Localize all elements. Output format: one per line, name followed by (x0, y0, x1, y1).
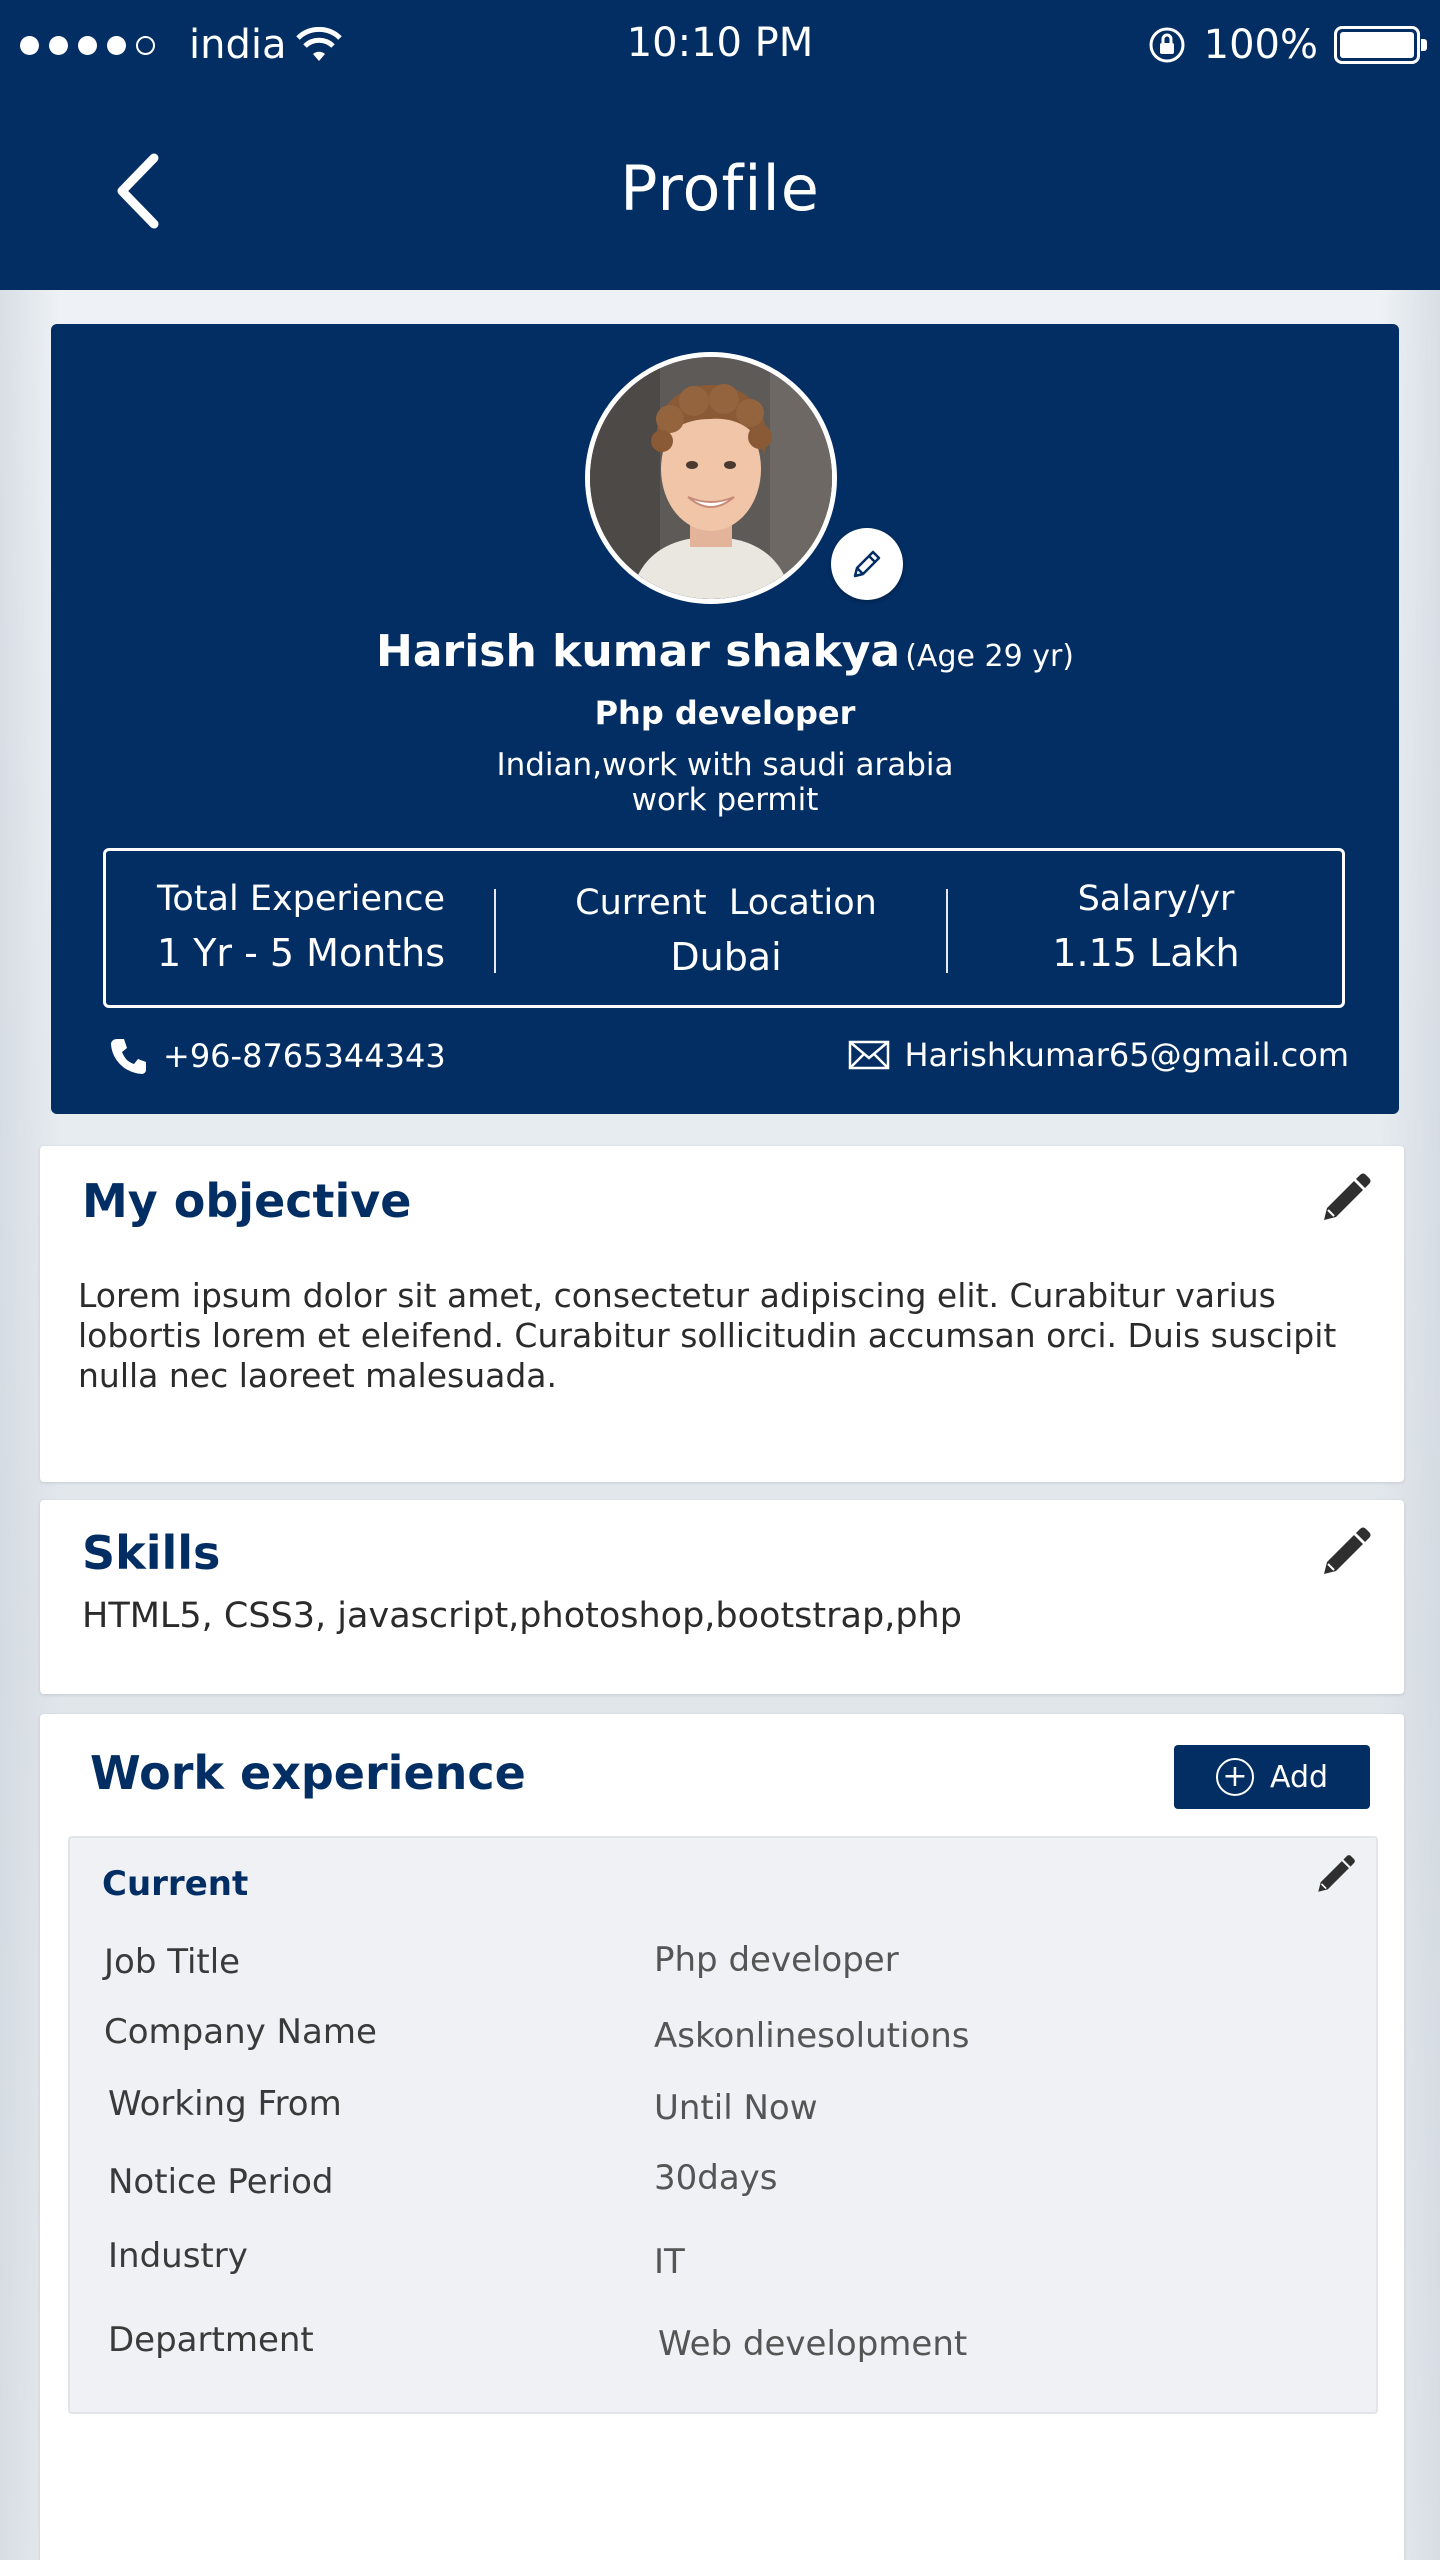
detail-label: Industry (108, 2236, 248, 2276)
stat-label: Salary/yr (1077, 879, 1235, 919)
edit-objective-button[interactable] (1316, 1172, 1372, 1228)
rotation-lock-icon (1149, 27, 1185, 63)
edit-current-job-button[interactable] (1312, 1854, 1356, 1898)
detail-label: Department (108, 2320, 314, 2360)
profile-card: Harish kumar shakya (Age 29 yr) Php deve… (51, 324, 1399, 1114)
battery-icon (1334, 26, 1427, 64)
current-job-box: Current Job Title Php developer Company … (68, 1836, 1378, 2414)
page-title: Profile (620, 152, 820, 225)
edit-photo-button[interactable] (831, 528, 903, 600)
stat-value: Dubai (670, 935, 782, 979)
detail-value: Php developer (654, 1940, 899, 1980)
detail-label: Notice Period (108, 2162, 334, 2202)
detail-label: Working From (108, 2084, 342, 2124)
stat-label: Total Experience (156, 879, 446, 919)
detail-value: 30days (654, 2158, 778, 2198)
edit-skills-button[interactable] (1316, 1526, 1372, 1582)
stat-value: 1.15 Lakh (1052, 931, 1240, 975)
detail-value: Until Now (654, 2088, 818, 2128)
battery-percent: 100% (1203, 22, 1318, 68)
work-permit: Indian,work with saudi arabia work permi… (51, 748, 1399, 818)
plus-icon: + (1215, 1758, 1254, 1796)
profile-name-line: Harish kumar shakya (Age 29 yr) (51, 626, 1399, 677)
work-title: Work experience (90, 1746, 526, 1800)
pencil-icon (1324, 1173, 1371, 1220)
detail-label: Company Name (104, 2012, 377, 2052)
profile-name: Harish kumar shakya (376, 626, 901, 677)
stat-label: Current Location (575, 883, 877, 923)
app-header: Profile (0, 96, 1440, 290)
stat-salary: Salary/yr 1.15 Lakh (986, 879, 1326, 975)
stat-value: 1 Yr - 5 Months (156, 931, 446, 975)
email-link[interactable]: Harishkumar65@gmail.com (848, 1036, 1349, 1074)
detail-label: Job Title (104, 1942, 241, 1982)
contact-row: +96-8765344343 Harishkumar65@gmail.com (109, 1036, 1349, 1086)
avatar-photo (590, 357, 832, 599)
detail-value: IT (654, 2242, 685, 2282)
add-experience-button[interactable]: + Add (1174, 1745, 1370, 1809)
permit-line-2: work permit (631, 782, 819, 818)
stat-experience: Total Experience 1 Yr - 5 Months (126, 879, 476, 975)
work-experience-card: Work experience + Add Current Job Title … (40, 1714, 1404, 2560)
objective-text: Lorem ipsum dolor sit amet, consectetur … (78, 1276, 1337, 1395)
phone-link[interactable]: +96-8765344343 (109, 1036, 446, 1076)
objective-title: My objective (82, 1174, 412, 1228)
pencil-icon (1318, 1855, 1355, 1892)
skills-card: Skills HTML5, CSS3, javascript,photoshop… (40, 1500, 1404, 1694)
skills-title: Skills (82, 1526, 221, 1580)
email-address: Harishkumar65@gmail.com (904, 1036, 1349, 1074)
pencil-icon (853, 550, 881, 578)
add-label: Add (1269, 1759, 1329, 1795)
divider (494, 889, 496, 973)
phone-icon (111, 1039, 146, 1074)
phone-number: +96-8765344343 (163, 1037, 446, 1075)
mail-icon (849, 1040, 890, 1070)
stats-box: Total Experience 1 Yr - 5 Months Current… (103, 848, 1345, 1008)
objective-card: My objective Lorem ipsum dolor sit amet,… (40, 1146, 1404, 1482)
detail-value: Askonlinesolutions (654, 2016, 970, 2056)
profile-age: (Age 29 yr) (905, 639, 1074, 674)
status-bar: india 10:10 PM 100% (0, 0, 1440, 96)
divider (946, 889, 948, 973)
stat-location: Current Location Dubai (536, 883, 916, 979)
current-title: Current (102, 1864, 249, 1904)
skills-text: HTML5, CSS3, javascript,photoshop,bootst… (82, 1596, 962, 1636)
avatar (585, 352, 837, 604)
detail-value: Web development (658, 2324, 968, 2364)
permit-line-1: Indian,work with saudi arabia (496, 747, 954, 783)
profile-role: Php developer (594, 694, 856, 732)
pencil-icon (1324, 1527, 1371, 1574)
status-right: 100% (1146, 22, 1427, 68)
